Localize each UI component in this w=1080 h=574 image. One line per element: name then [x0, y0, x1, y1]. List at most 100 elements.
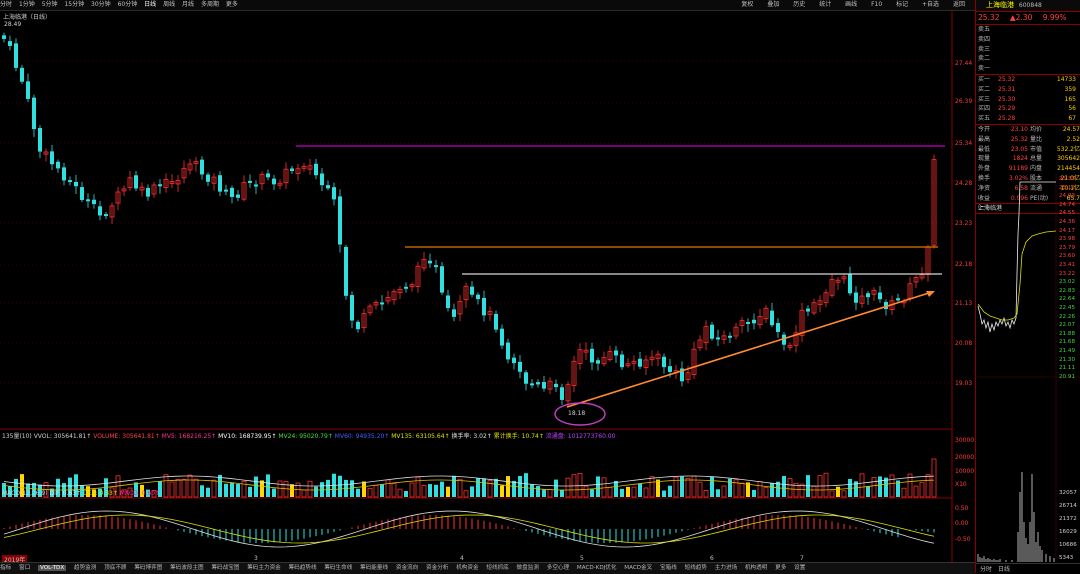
mini-price-tick: 20.91 [1059, 373, 1076, 380]
ask-level-label: 卖二 [978, 55, 991, 63]
bottom-tab[interactable]: 资金流向 [396, 565, 418, 571]
quote-stat-row: 现量 1824 总量 305642 [978, 154, 1080, 164]
tool-add-watch[interactable]: +自选 [922, 0, 939, 10]
candlestick-series [2, 32, 937, 408]
bottom-tab[interactable]: 指标 [0, 565, 11, 571]
period-tab-60min[interactable]: 60分钟 [118, 0, 138, 10]
period-tab-weekly[interactable]: 周线 [163, 0, 175, 10]
bottom-tab[interactable]: 筹码生命线 [324, 565, 352, 571]
bottom-tab[interactable]: 做盘监测 [517, 565, 539, 571]
bid-price[interactable]: 25.28 [998, 114, 1032, 124]
bottom-tab[interactable]: 多空心理 [547, 565, 569, 571]
mini-price-tick: 21.11 [1059, 365, 1076, 372]
volume-tick: 20000 [955, 454, 975, 461]
stat-label: 现量 [978, 155, 991, 163]
mini-tab-daily[interactable]: 日线 [998, 566, 1010, 573]
bid-price[interactable]: 25.32 [998, 75, 1032, 85]
period-tab-fenshi[interactable]: 分时 [0, 0, 12, 10]
period-tab-30min[interactable]: 30分钟 [91, 0, 111, 10]
macd-indicator-name[interactable]: MACD(12,26,9) [2, 490, 48, 497]
bid-book: 买一 25.32 14733 买二 25.31 359 买三 25.30 165 买四 25.… [976, 75, 1080, 125]
bid-price[interactable]: 25.29 [998, 104, 1032, 114]
mini-tab-intraday[interactable]: 分时 [980, 566, 992, 573]
ask-level-label: 卖三 [978, 45, 991, 53]
ask-level-label: 卖五 [978, 26, 991, 33]
float-shares-value: 流通盘: 1012773760.00 [545, 433, 616, 440]
ask-level-label: 卖四 [978, 35, 991, 43]
stat-value: 23.10 [1010, 125, 1028, 133]
period-tab-15min[interactable]: 15分钟 [64, 0, 84, 10]
mv5-value: MV5: 168216.25↑ [161, 433, 217, 440]
mini-price-tick: 22.83 [1059, 287, 1076, 294]
kline-chart[interactable] [0, 11, 975, 562]
uptrend-line[interactable] [566, 291, 933, 408]
stat-value: 23.05 [1010, 145, 1028, 153]
bottom-tab[interactable]: 窗口 [19, 565, 30, 571]
bid-level-label: 买四 [978, 105, 991, 113]
stat-value: 532.2亿 [1056, 145, 1080, 153]
low-price-label: 18.18 [568, 410, 586, 417]
price-tick: 21.13 [955, 300, 973, 307]
bottom-tab[interactable]: 顶底不顾 [104, 565, 126, 571]
tool-history[interactable]: 历史 [793, 0, 805, 10]
tool-mark[interactable]: 标记 [896, 0, 908, 10]
bottom-tab[interactable]: MACD金叉 [624, 565, 652, 571]
bottom-tab[interactable]: 趋势监测 [74, 565, 96, 571]
bottom-tab[interactable]: 筹码主力资金 [247, 565, 281, 571]
mini-volume-tick: 16029 [1059, 529, 1077, 535]
mini-price-tick: 24.55 [1059, 210, 1076, 217]
stat-label: 内盘 [1030, 165, 1043, 173]
toolbar-right-tools: 复权 叠加 历史 统计 画线 F10 标记 +自选 返回 [734, 0, 970, 10]
stat-label: 今开 [978, 125, 991, 133]
bottom-tab[interactable]: 宝箱线 [660, 565, 677, 571]
bottom-tab[interactable]: 筹码能量线 [360, 565, 388, 571]
tool-fuquan[interactable]: 复权 [741, 0, 753, 10]
bottom-tab[interactable]: MACD-KDJ优化 [577, 565, 617, 571]
price-tick: 23.23 [955, 220, 973, 227]
bid-price[interactable]: 25.30 [998, 95, 1032, 105]
tool-back[interactable]: 返回 [953, 0, 965, 10]
bottom-tab-active[interactable]: VOL-TDX [37, 565, 67, 571]
tool-overlay[interactable]: 叠加 [767, 0, 779, 10]
tool-draw[interactable]: 画线 [845, 0, 857, 10]
bottom-tab[interactable]: 筹码战宝图 [211, 565, 239, 571]
macd-tick: 0.50 [955, 505, 969, 512]
macd-dea-line [3, 514, 935, 544]
price-change-pct: 9.99% [1042, 13, 1067, 22]
period-tab-multi[interactable]: 多周期 [201, 0, 219, 10]
bottom-tab[interactable]: 筹码博弈图 [134, 565, 162, 571]
mini-price-tick: 22.26 [1059, 313, 1076, 320]
x-axis-label: 3 [254, 555, 258, 562]
bottom-tab[interactable]: 机构资金 [456, 565, 478, 571]
bottom-tab[interactable]: 主力进场 [715, 565, 737, 571]
price-tick: 26.39 [955, 98, 973, 105]
bottom-tab[interactable]: 筹码趋势线 [289, 565, 317, 571]
tool-f10[interactable]: F10 [871, 0, 882, 10]
period-tab-5min[interactable]: 5分钟 [42, 0, 58, 10]
volume-indicator-name[interactable]: 135量(10) [2, 433, 32, 440]
bottom-tab[interactable]: 设置 [794, 565, 805, 571]
period-tab-daily[interactable]: 日线 [144, 0, 156, 10]
bottom-tab[interactable]: 更多 [775, 565, 786, 571]
period-tab-monthly[interactable]: 月线 [182, 0, 194, 10]
period-tab-1min[interactable]: 1分钟 [19, 0, 35, 10]
mini-price-tick: 23.98 [1059, 236, 1076, 243]
price-tick: 27.44 [955, 60, 973, 67]
bottom-tab[interactable]: 筹码波段主图 [170, 565, 204, 571]
stat-label: 均价 [1030, 125, 1043, 133]
bottom-tab[interactable]: 机构透明 [745, 565, 767, 571]
tool-stats[interactable]: 统计 [819, 0, 831, 10]
bottom-tab[interactable]: 短线抓底 [486, 565, 508, 571]
bid-price[interactable]: 25.31 [998, 85, 1032, 95]
mini-price-tick: 23.02 [1059, 279, 1076, 286]
bid-level-label: 买一 [978, 75, 991, 83]
stat-label: 市值 [1030, 145, 1043, 153]
ask-book: 卖五 卖四 卖三 卖二 卖一 [976, 25, 1080, 75]
bottom-tab[interactable]: 短线趋势 [685, 565, 707, 571]
stat-value: 24.57 [1062, 125, 1080, 133]
period-tab-more[interactable]: 更多 [226, 0, 238, 10]
mini-price-tick: 23.79 [1059, 244, 1076, 251]
quote-stat-row: 最低 23.05 市值 532.2亿 [978, 145, 1080, 155]
bottom-tab[interactable]: 资金分析 [426, 565, 448, 571]
bid-volume: 165 [1064, 95, 1076, 103]
